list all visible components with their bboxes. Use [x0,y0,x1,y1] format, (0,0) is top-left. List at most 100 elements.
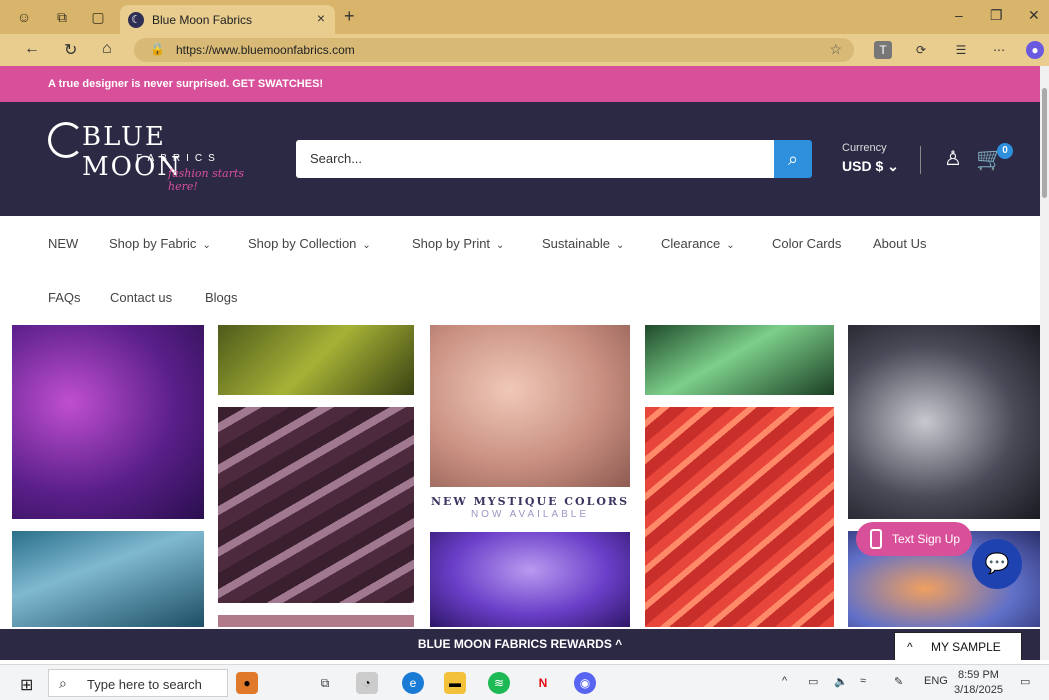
nav-item-sustainable[interactable]: Sustainable ⌄ [542,236,624,251]
chevron-up-icon: ^ [907,640,913,654]
widget-app-icon[interactable]: ● [236,672,258,694]
nav-item-shop-by-collection[interactable]: Shop by Collection ⌄ [248,236,371,251]
taskbar-search-input[interactable]: ⌕ Type here to search [48,669,228,697]
my-sample-label: MY SAMPLE [931,640,1001,654]
more-options-icon[interactable]: ⋯ [990,41,1008,59]
profile-avatar-icon[interactable]: ☺ [14,7,34,27]
web-page: A true designer is never surprised. GET … [0,66,1040,660]
extension-icon[interactable]: T [874,41,892,59]
fabric-image-violet[interactable] [430,532,630,627]
close-window-button[interactable]: ✕ [1028,7,1040,24]
task-view-icon[interactable]: ⧉ [314,672,336,694]
chevron-down-icon: ⌄ [726,240,735,251]
page-scrollbar[interactable] [1040,66,1049,660]
currency-label: Currency [842,142,887,154]
notifications-icon[interactable]: ▭ [1020,675,1030,688]
nav-item-color-cards[interactable]: Color Cards [772,236,841,251]
nav-item-faqs[interactable]: FAQs [48,290,81,305]
nav-item-about-us[interactable]: About Us [873,236,926,251]
pen-icon[interactable]: ✎ [894,675,903,688]
fabric-image-olive[interactable] [218,325,414,395]
spotify-icon[interactable]: ≋ [488,672,510,694]
cart-count-badge: 0 [997,143,1013,159]
language-indicator[interactable]: ENG [924,675,948,687]
clock-time: 8:59 PM [957,669,999,681]
volume-icon[interactable]: 🔈 [834,675,848,688]
minimize-button[interactable]: – [955,7,963,23]
app-icon-1[interactable]: ◔ [356,672,378,694]
netflix-icon[interactable]: N [532,672,554,694]
taskbar-search-placeholder: Type here to search [87,677,202,692]
nav-item-clearance[interactable]: Clearance ⌄ [661,236,735,251]
logo-tagline: fashion starts here! [168,167,245,193]
clock[interactable]: 8:59 PM 3/18/2025 [954,668,1003,698]
main-navigation: NEW Shop by Fabric ⌄ Shop by Collection ⌄ … [0,216,1040,324]
moon-favicon-icon: ☾ [128,12,144,28]
fabric-image-pink-strip[interactable] [218,615,414,627]
copilot-icon[interactable]: ● [1026,41,1044,59]
site-logo[interactable]: BLUE MOON FABRICS fashion starts here! [48,122,268,193]
url-text[interactable]: https://www.bluemoonfabrics.com [176,43,355,57]
currency-selector[interactable]: USD $ ⌄ [842,158,899,175]
favorite-star-icon[interactable]: ☆ [829,41,842,58]
text-signup-button[interactable]: Text Sign Up [856,522,972,556]
windows-taskbar: ⊞ ⌕ Type here to search ● ⧉ ◔ e ▬ ≋ N ◉ … [0,664,1049,700]
rewards-bar[interactable]: BLUE MOON FABRICS REWARDS ^ [0,629,1040,660]
file-explorer-icon[interactable]: ▬ [444,672,466,694]
close-tab-button[interactable]: × [317,10,325,26]
chat-button[interactable]: 💬 [972,539,1022,589]
restore-button[interactable]: ❐ [990,7,1003,24]
nav-item-blogs[interactable]: Blogs [205,290,238,305]
banner-line-1: NEW MYSTIQUE COLORS [430,495,630,508]
moon-logo-icon [48,122,84,158]
extensions-puzzle-icon[interactable]: ⟳ [912,41,930,59]
account-icon[interactable]: ♙ [944,146,962,171]
mystique-banner[interactable]: NEW MYSTIQUE COLORS NOW AVAILABLE [430,495,630,520]
back-arrow-icon[interactable]: ← [24,40,40,58]
search-button[interactable]: ⌕ [774,140,812,178]
fabric-gallery: NEW MYSTIQUE COLORS NOW AVAILABLE [0,325,1040,660]
fabric-image-green[interactable] [645,325,834,395]
favorites-icon[interactable]: ☰ [952,41,970,59]
fabric-image-teal[interactable] [12,531,204,627]
chevron-down-icon: ⌄ [202,240,211,251]
network-icon[interactable]: ≈ [860,675,866,687]
chevron-down-icon: ⌄ [496,240,505,251]
battery-icon[interactable]: ▭ [808,675,818,688]
fabric-image-purple[interactable] [12,325,204,519]
home-icon[interactable]: ⌂ [102,40,112,58]
nav-item-contact-us[interactable]: Contact us [110,290,172,305]
browser-tab-bar: ☺ ⧉ ▢ ☾ Blue Moon Fabrics × + – ❐ ✕ [0,0,1049,34]
header-divider [920,146,921,174]
clock-date: 3/18/2025 [954,684,1003,696]
discord-icon[interactable]: ◉ [574,672,596,694]
scrollbar-thumb[interactable] [1042,88,1047,198]
fabric-image-mauve[interactable] [218,407,414,603]
fabric-image-red[interactable] [645,407,834,627]
refresh-icon[interactable]: ↻ [64,40,77,60]
tab-actions-icon[interactable]: ▢ [88,7,108,27]
lock-icon[interactable]: 🔒 [150,42,165,56]
promo-banner[interactable]: A true designer is never surprised. GET … [0,66,1040,102]
banner-line-2: NOW AVAILABLE [470,509,590,520]
logo-subtext: FABRICS [136,153,221,164]
nav-item-shop-by-print[interactable]: Shop by Print ⌄ [412,236,504,251]
workspaces-icon[interactable]: ⧉ [52,7,72,27]
site-header: BLUE MOON FABRICS fashion starts here! S… [0,102,1040,216]
search-input[interactable]: Search... [296,140,774,178]
chevron-down-icon: ⌄ [362,240,371,251]
url-field[interactable]: 🔒 https://www.bluemoonfabrics.com ☆ [134,38,854,62]
fabric-image-silver[interactable] [848,325,1040,519]
new-tab-button[interactable]: + [344,6,355,27]
windows-start-icon[interactable]: ⊞ [20,675,33,695]
my-sample-button[interactable]: ^ MY SAMPLE [894,632,1022,660]
fabric-image-rose-gold[interactable] [430,325,630,487]
tab-title: Blue Moon Fabrics [152,13,253,27]
edge-browser-icon[interactable]: e [402,672,424,694]
show-hidden-icons-icon[interactable]: ^ [782,675,787,687]
nav-item-shop-by-fabric[interactable]: Shop by Fabric ⌄ [109,236,211,251]
nav-item-new[interactable]: NEW [48,236,78,251]
chat-bubble-icon: 💬 [984,553,1010,575]
tab-blue-moon-fabrics[interactable]: ☾ Blue Moon Fabrics × [120,5,335,34]
search-icon: ⌕ [787,149,799,169]
